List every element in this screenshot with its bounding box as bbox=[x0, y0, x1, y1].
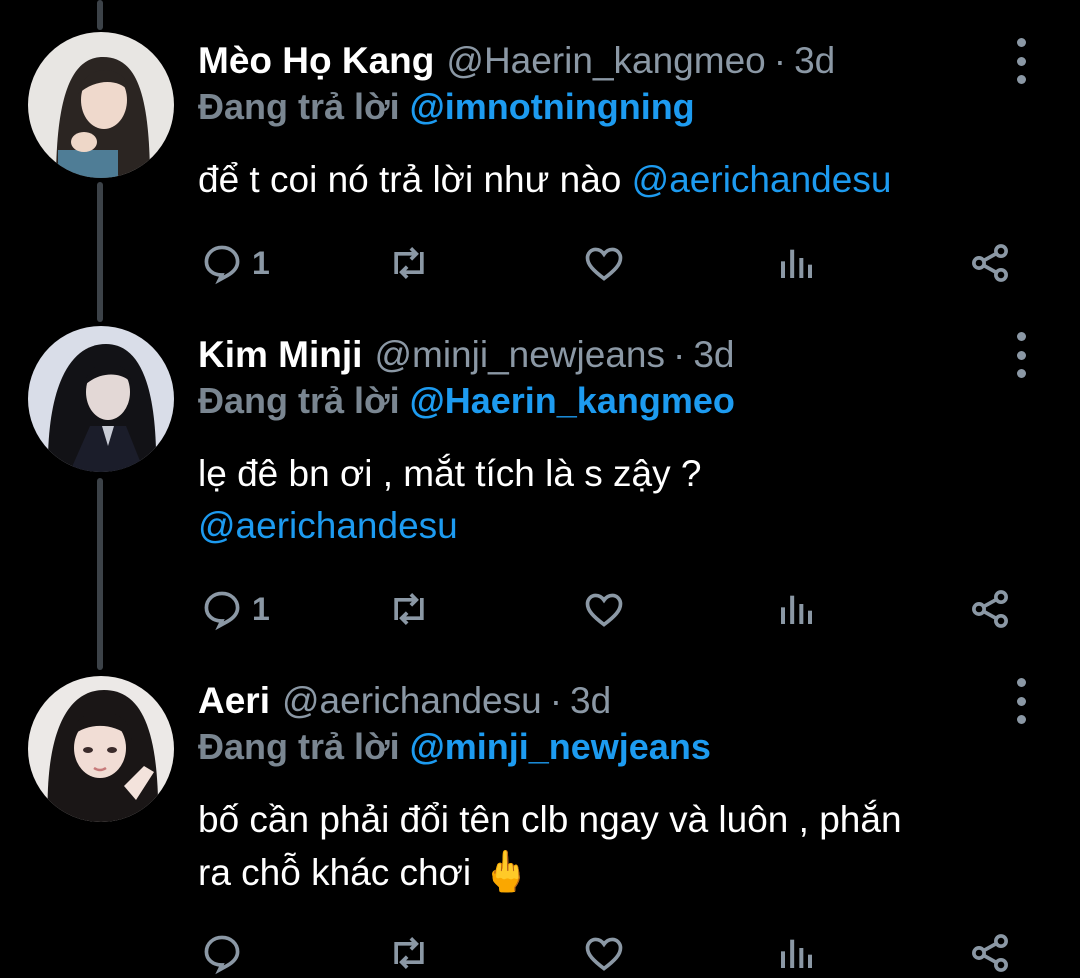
share-button[interactable] bbox=[968, 238, 1012, 288]
author-name[interactable]: Aeri bbox=[198, 680, 270, 722]
action-bar: 1 bbox=[198, 584, 1018, 634]
reply-icon bbox=[204, 591, 240, 631]
tweet-text: để t coi nó trả lời như nào @aerichandes… bbox=[198, 154, 1058, 206]
retweet-icon bbox=[394, 937, 424, 969]
views-button[interactable] bbox=[776, 928, 816, 978]
author-name[interactable]: Mèo Họ Kang bbox=[198, 40, 434, 82]
like-button[interactable] bbox=[582, 928, 626, 978]
mention-link[interactable]: @aerichandesu bbox=[632, 159, 892, 200]
retweet-button[interactable] bbox=[386, 928, 432, 978]
like-button[interactable] bbox=[582, 238, 626, 288]
separator-dot: · bbox=[549, 680, 563, 721]
replying-label: Đang trả lời bbox=[198, 380, 400, 421]
views-icon bbox=[781, 939, 812, 968]
share-button[interactable] bbox=[968, 584, 1012, 634]
share-icon bbox=[972, 934, 1008, 972]
replying-to: Đang trả lời @Haerin_kangmeo bbox=[198, 380, 735, 422]
author-name[interactable]: Kim Minji bbox=[198, 334, 362, 376]
tweet-text: bố cần phải đổi tên clb ngay và luôn , p… bbox=[198, 794, 1058, 899]
tweet-text-content: để t coi nó trả lời như nào bbox=[198, 159, 632, 200]
action-bar: 1 bbox=[198, 238, 1018, 288]
views-icon bbox=[781, 595, 812, 624]
timestamp[interactable]: 3d bbox=[794, 40, 835, 82]
tweet[interactable]: Aeri @aerichandesu · 3d Đang trả lời @mi… bbox=[0, 672, 1080, 975]
tweet[interactable]: Kim Minji @minji_newjeans · 3d Đang trả … bbox=[0, 326, 1080, 656]
avatar[interactable] bbox=[28, 326, 174, 472]
reply-count: 1 bbox=[252, 590, 270, 627]
tweet-text-line: lẹ đê bn ơi , mắt tích là s zậy ? bbox=[198, 453, 702, 494]
more-icon[interactable] bbox=[1008, 678, 1034, 724]
mention-link[interactable]: @aerichandesu bbox=[198, 500, 1058, 552]
replying-label: Đang trả lời bbox=[198, 86, 400, 127]
more-icon[interactable] bbox=[1008, 38, 1034, 84]
share-icon bbox=[972, 590, 1008, 628]
replying-handle[interactable]: @Haerin_kangmeo bbox=[410, 380, 735, 421]
reply-button[interactable]: 1 bbox=[200, 238, 270, 288]
tweet-text-line: ra chỗ khác chơi bbox=[198, 852, 482, 893]
views-icon bbox=[781, 249, 812, 278]
share-icon bbox=[972, 244, 1008, 282]
timestamp[interactable]: 3d bbox=[693, 334, 734, 376]
views-button[interactable] bbox=[776, 238, 816, 288]
tweet-text-line: bố cần phải đổi tên clb ngay và luôn , p… bbox=[198, 799, 902, 840]
like-button[interactable] bbox=[582, 584, 626, 634]
like-icon bbox=[585, 247, 623, 281]
author-handle[interactable]: @aerichandesu bbox=[282, 680, 542, 722]
author-handle[interactable]: @minji_newjeans bbox=[374, 334, 665, 376]
like-icon bbox=[585, 593, 623, 627]
retweet-button[interactable] bbox=[386, 238, 432, 288]
reply-count: 1 bbox=[252, 244, 270, 281]
share-button[interactable] bbox=[968, 928, 1012, 978]
views-button[interactable] bbox=[776, 584, 816, 634]
replying-to: Đang trả lời @minji_newjeans bbox=[198, 726, 711, 768]
replying-handle[interactable]: @minji_newjeans bbox=[410, 726, 711, 767]
reply-button[interactable]: 1 bbox=[200, 584, 270, 634]
author-handle[interactable]: @Haerin_kangmeo bbox=[446, 40, 765, 82]
retweet-button[interactable] bbox=[386, 584, 432, 634]
more-icon[interactable] bbox=[1008, 332, 1034, 378]
timestamp[interactable]: 3d bbox=[570, 680, 611, 722]
separator-dot: · bbox=[773, 40, 787, 81]
reply-button[interactable] bbox=[200, 928, 244, 978]
middle-finger-emoji: 🖕 bbox=[481, 850, 532, 894]
tweet[interactable]: Mèo Họ Kang @Haerin_kangmeo · 3d Đang tr… bbox=[0, 32, 1080, 332]
retweet-icon bbox=[394, 247, 424, 279]
reply-icon bbox=[204, 935, 240, 975]
avatar[interactable] bbox=[28, 32, 174, 178]
action-bar bbox=[198, 928, 1018, 978]
avatar[interactable] bbox=[28, 676, 174, 822]
reply-icon bbox=[204, 245, 240, 285]
replying-label: Đang trả lời bbox=[198, 726, 400, 767]
tweet-text: lẹ đê bn ơi , mắt tích là s zậy ? @aeric… bbox=[198, 448, 1058, 552]
replying-to: Đang trả lời @imnotningning bbox=[198, 86, 695, 128]
like-icon bbox=[585, 937, 623, 971]
replying-handle[interactable]: @imnotningning bbox=[410, 86, 695, 127]
tweet-header: Kim Minji @minji_newjeans · 3d bbox=[198, 326, 734, 384]
thread-line bbox=[97, 0, 103, 30]
tweet-header: Aeri @aerichandesu · 3d bbox=[198, 672, 611, 730]
retweet-icon bbox=[394, 593, 424, 625]
separator-dot: · bbox=[672, 334, 686, 375]
tweet-header: Mèo Họ Kang @Haerin_kangmeo · 3d bbox=[198, 32, 835, 90]
